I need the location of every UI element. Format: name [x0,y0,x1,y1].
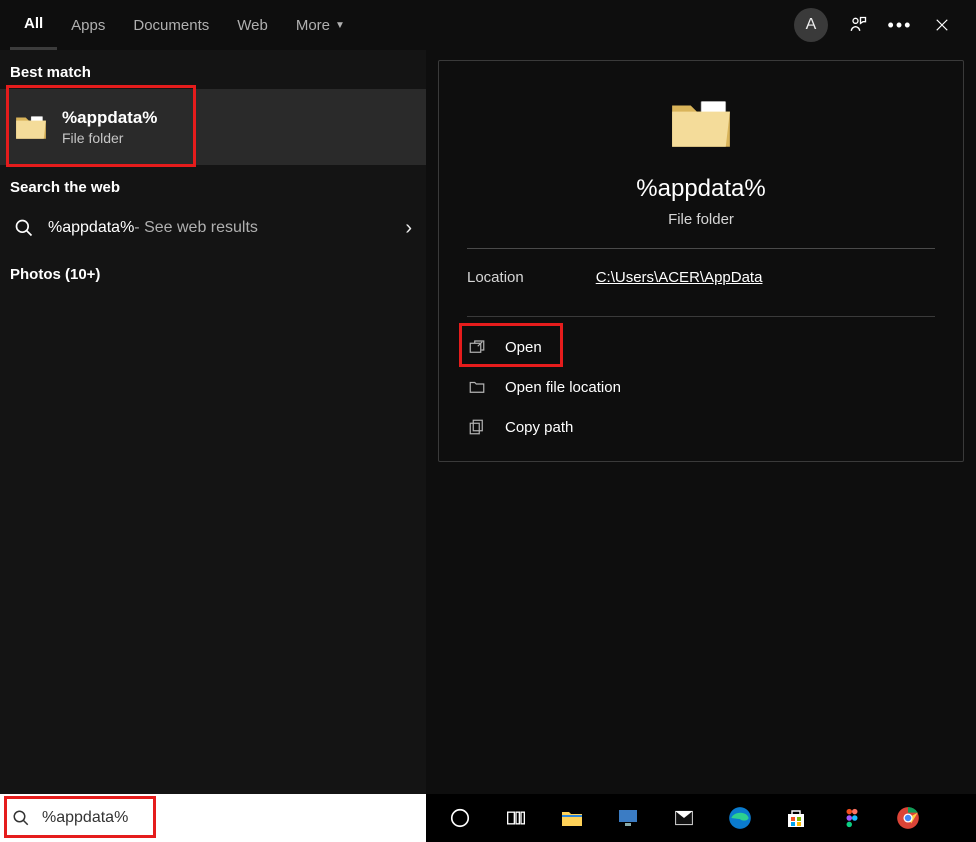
windows-search-window: All Apps Documents Web More ▼ A ••• Best… [0,0,976,842]
search-icon [12,809,30,827]
tab-web[interactable]: Web [223,0,282,50]
action-open-location-label: Open file location [505,379,621,396]
tab-more-label: More [296,17,330,34]
cortana-icon[interactable] [446,804,474,832]
results-pane: Best match %appdata% File folder Search … [0,50,426,794]
preview-subtitle: File folder [668,211,734,228]
copy-icon [467,417,487,437]
web-query-label: %appdata% [48,219,134,237]
action-open[interactable]: Open [467,327,935,367]
preview-pane: %appdata% File folder Location C:\Users\… [426,50,976,794]
search-input[interactable] [42,809,414,827]
location-label: Location [467,269,524,286]
action-copy-path[interactable]: Copy path [467,407,935,447]
mail-icon[interactable] [670,804,698,832]
open-icon [467,337,487,357]
feedback-icon[interactable] [846,13,870,37]
web-search-result[interactable]: %appdata% - See web results › [0,204,426,252]
preview-title: %appdata% [636,175,765,203]
chevron-right-icon: › [405,217,412,240]
edge-icon[interactable] [726,804,754,832]
filter-tabs-bar: All Apps Documents Web More ▼ A ••• [0,0,976,50]
action-copy-path-label: Copy path [505,419,573,436]
result-subtitle: File folder [62,130,157,146]
location-path-link[interactable]: C:\Users\ACER\AppData [596,269,763,286]
monitor-app-icon[interactable] [614,804,642,832]
search-web-header: Search the web [0,165,426,204]
action-open-label: Open [505,339,542,356]
photos-header[interactable]: Photos (10+) [0,252,426,291]
search-box-container[interactable] [0,794,426,842]
tab-apps[interactable]: Apps [57,0,119,50]
taskbar [0,794,976,842]
tab-documents[interactable]: Documents [119,0,223,50]
action-open-file-location[interactable]: Open file location [467,367,935,407]
best-match-header: Best match [0,50,426,89]
folder-icon [14,110,48,144]
best-match-result[interactable]: %appdata% File folder [0,89,426,165]
file-explorer-icon[interactable] [558,804,586,832]
user-avatar[interactable]: A [794,8,828,42]
more-options-icon[interactable]: ••• [888,13,912,37]
chrome-icon[interactable] [894,804,922,832]
microsoft-store-icon[interactable] [782,804,810,832]
figma-icon[interactable] [838,804,866,832]
tab-more[interactable]: More ▼ [282,0,359,50]
search-icon [14,218,34,238]
folder-icon [668,91,734,157]
tab-all[interactable]: All [10,1,57,51]
web-query-suffix: - See web results [134,219,258,237]
result-title: %appdata% [62,108,157,128]
chevron-down-icon: ▼ [335,20,345,31]
close-icon[interactable] [930,13,954,37]
divider [467,316,935,317]
folder-outline-icon [467,377,487,397]
task-view-icon[interactable] [502,804,530,832]
